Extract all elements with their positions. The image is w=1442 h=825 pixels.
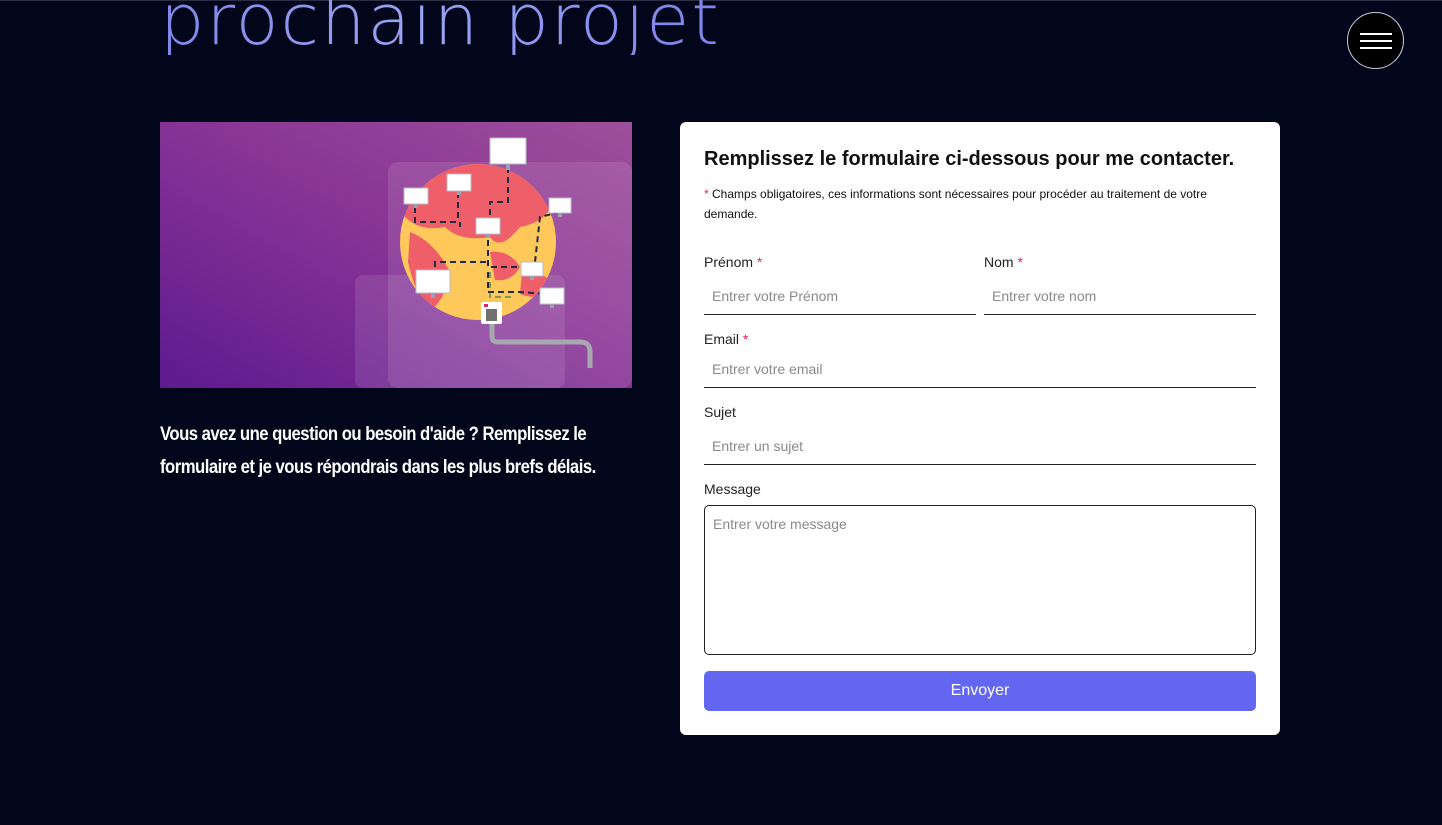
intro-text: Vous avez une question ou besoin d'aide … — [160, 424, 596, 478]
message-textarea[interactable] — [704, 505, 1256, 655]
form-title: Remplissez le formulaire ci-dessous pour… — [704, 148, 1235, 170]
required-star: * — [704, 187, 709, 201]
contact-page: prochain projet Vous avez une question o… — [0, 0, 1442, 825]
network-globe-illustration — [160, 122, 632, 388]
lastname-label: Nom * — [984, 254, 1023, 270]
required-star: * — [742, 331, 749, 347]
lastname-input[interactable] — [984, 277, 1256, 315]
lastname-label-text: Nom — [984, 254, 1014, 270]
menu-button[interactable] — [1347, 12, 1404, 69]
required-note: * Champs obligatoires, ces informations … — [704, 184, 1244, 224]
submit-button[interactable]: Envoyer — [704, 671, 1256, 711]
required-star: * — [756, 254, 763, 270]
firstname-input[interactable] — [704, 277, 976, 315]
required-star: * — [1017, 254, 1023, 270]
page-title: prochain projet — [160, 0, 721, 55]
email-input[interactable] — [704, 350, 1256, 388]
firstname-label-text: Prénom — [704, 254, 754, 270]
email-label: Email * — [704, 331, 748, 347]
required-note-text: Champs obligatoires, ces informations so… — [704, 187, 1207, 221]
firstname-label: Prénom * — [704, 254, 762, 270]
subject-label: Sujet — [704, 404, 736, 420]
message-label: Message — [704, 481, 761, 497]
subject-input[interactable] — [704, 427, 1256, 465]
contact-form: Remplissez le formulaire ci-dessous pour… — [680, 122, 1280, 735]
email-label-text: Email — [704, 331, 740, 347]
